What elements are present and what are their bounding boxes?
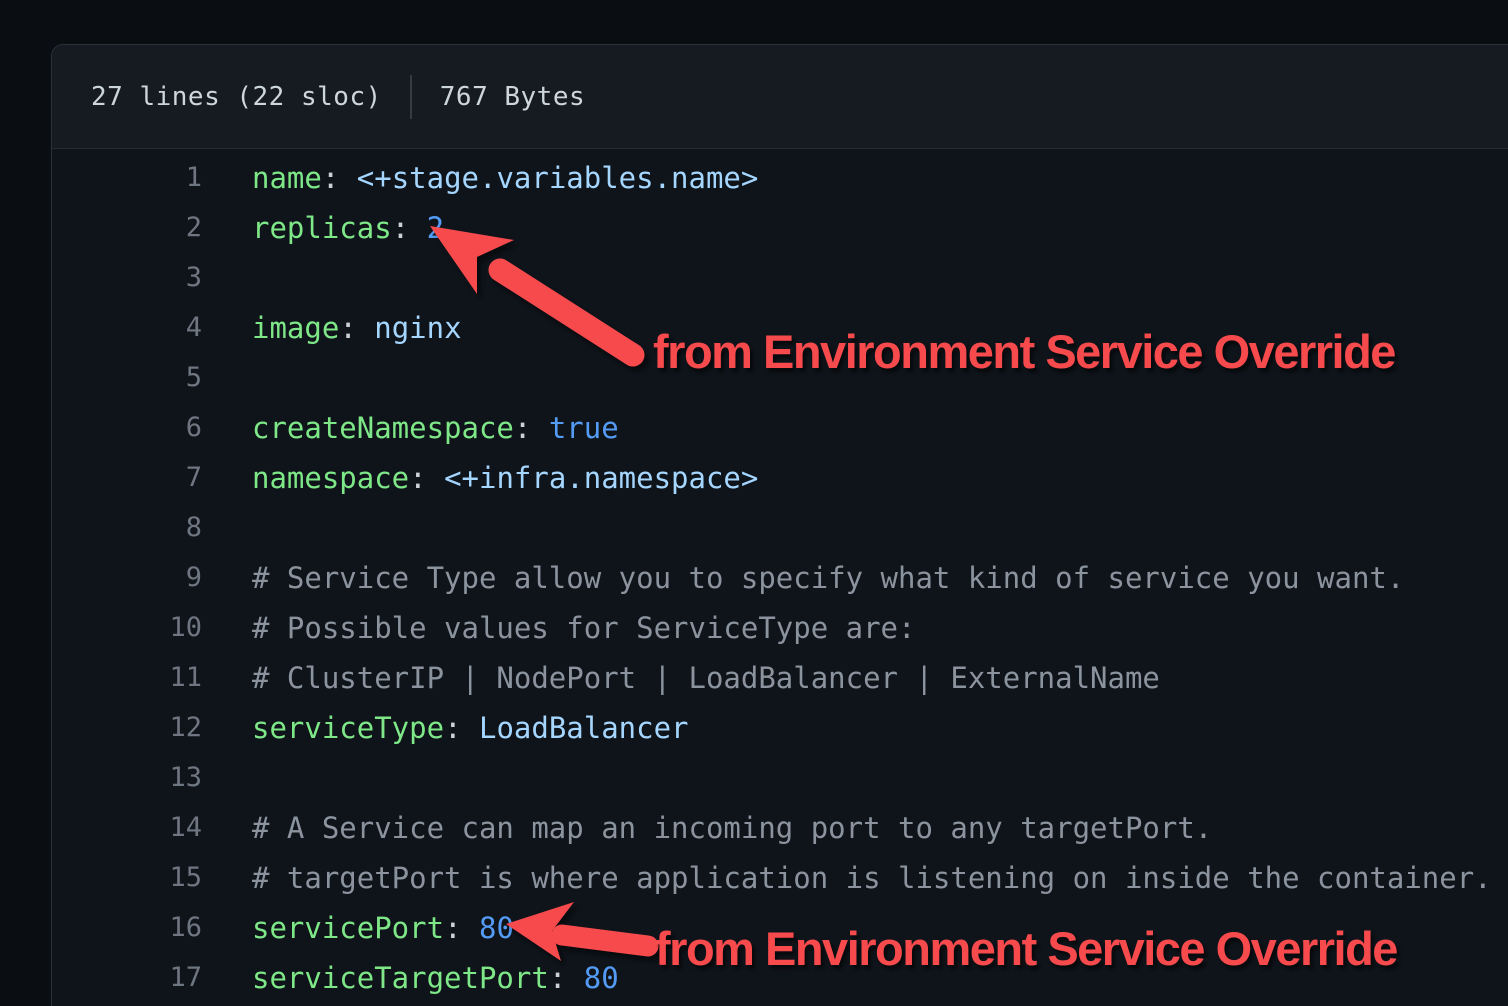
token-key: namespace [252, 461, 409, 495]
line-number[interactable]: 6 [52, 403, 202, 453]
line-content: image: nginx [202, 303, 462, 353]
annotation-label-replicas: from Environment Service Override [653, 328, 1395, 375]
line-content [202, 503, 252, 553]
token-key: serviceType [252, 711, 444, 745]
code-lines: 1name: <+stage.variables.name>2replicas:… [52, 149, 1508, 1003]
line-number[interactable]: 11 [52, 653, 202, 703]
line-content [202, 753, 252, 803]
code-line: 13 [52, 753, 1508, 803]
header-divider [410, 75, 412, 119]
line-number[interactable]: 9 [52, 553, 202, 603]
token-string: <+infra.namespace> [427, 461, 759, 495]
code-line: 7namespace: <+infra.namespace> [52, 453, 1508, 503]
token-key: serviceTargetPort [252, 961, 549, 995]
token-comment: # A Service can map an incoming port to … [252, 811, 1212, 845]
token-comment: # Service Type allow you to specify what… [252, 561, 1404, 595]
token-punct: : [392, 211, 409, 245]
token-punct: : [444, 711, 461, 745]
line-number[interactable]: 8 [52, 503, 202, 553]
file-lines-info: 27 lines (22 sloc) [91, 82, 382, 112]
token-scalar: 80 [566, 961, 618, 995]
token-punct: : [514, 411, 531, 445]
line-number[interactable]: 2 [52, 203, 202, 253]
token-comment: # Possible values for ServiceType are: [252, 611, 915, 645]
code-line: 2replicas: 2 [52, 203, 1508, 253]
code-line: 10 # Possible values for ServiceType are: [52, 603, 1508, 653]
file-header-bar: 27 lines (22 sloc) 767 Bytes [52, 45, 1508, 149]
token-scalar: true [531, 411, 618, 445]
token-scalar: 80 [462, 911, 514, 945]
page-background: 27 lines (22 sloc) 767 Bytes 1name: <+st… [0, 0, 1508, 1006]
code-line: 1name: <+stage.variables.name> [52, 153, 1508, 203]
token-key: image [252, 311, 339, 345]
file-size-info: 767 Bytes [440, 82, 585, 112]
line-number[interactable]: 7 [52, 453, 202, 503]
line-content: servicePort: 80 [202, 903, 514, 953]
token-punct: : [409, 461, 426, 495]
line-number[interactable]: 3 [52, 253, 202, 303]
line-number[interactable]: 12 [52, 703, 202, 753]
file-viewer-panel: 27 lines (22 sloc) 767 Bytes 1name: <+st… [51, 44, 1508, 1006]
line-content: # targetPort is where application is lis… [202, 853, 1492, 903]
token-punct: : [444, 911, 461, 945]
line-number[interactable]: 10 [52, 603, 202, 653]
token-string: <+stage.variables.name> [339, 161, 758, 195]
code-line: 15 # targetPort is where application is l… [52, 853, 1508, 903]
line-content: namespace: <+infra.namespace> [202, 453, 758, 503]
code-line: 12serviceType: LoadBalancer [52, 703, 1508, 753]
code-line: 3 [52, 253, 1508, 303]
line-content [202, 353, 252, 403]
line-content: # A Service can map an incoming port to … [202, 803, 1212, 853]
token-punct: : [549, 961, 566, 995]
code-line: 11 # ClusterIP | NodePort | LoadBalancer … [52, 653, 1508, 703]
line-content: replicas: 2 [202, 203, 444, 253]
line-number[interactable]: 13 [52, 753, 202, 803]
line-number[interactable]: 1 [52, 153, 202, 203]
annotation-label-serviceport: from Environment Service Override [655, 925, 1397, 972]
token-comment: # ClusterIP | NodePort | LoadBalancer | … [252, 661, 1160, 695]
line-content: # Possible values for ServiceType are: [202, 603, 915, 653]
token-key: createNamespace [252, 411, 514, 445]
code-line: 14 # A Service can map an incoming port t… [52, 803, 1508, 853]
token-string: LoadBalancer [462, 711, 689, 745]
line-number[interactable]: 4 [52, 303, 202, 353]
token-key: name [252, 161, 322, 195]
line-content: name: <+stage.variables.name> [202, 153, 758, 203]
token-punct: : [339, 311, 356, 345]
line-number[interactable]: 17 [52, 953, 202, 1003]
line-content [202, 253, 252, 303]
token-key: servicePort [252, 911, 444, 945]
line-content: # ClusterIP | NodePort | LoadBalancer | … [202, 653, 1160, 703]
token-punct: : [322, 161, 339, 195]
line-number[interactable]: 5 [52, 353, 202, 403]
line-content: createNamespace: true [202, 403, 619, 453]
token-string: nginx [357, 311, 462, 345]
code-line: 9 # Service Type allow you to specify wha… [52, 553, 1508, 603]
token-key: replicas [252, 211, 392, 245]
code-line: 6createNamespace: true [52, 403, 1508, 453]
line-content: serviceTargetPort: 80 [202, 953, 619, 1003]
line-number[interactable]: 15 [52, 853, 202, 903]
line-number[interactable]: 14 [52, 803, 202, 853]
line-content: serviceType: LoadBalancer [202, 703, 689, 753]
line-content: # Service Type allow you to specify what… [202, 553, 1404, 603]
token-scalar: 2 [409, 211, 444, 245]
token-comment: # targetPort is where application is lis… [252, 861, 1492, 895]
line-number[interactable]: 16 [52, 903, 202, 953]
code-line: 8 [52, 503, 1508, 553]
